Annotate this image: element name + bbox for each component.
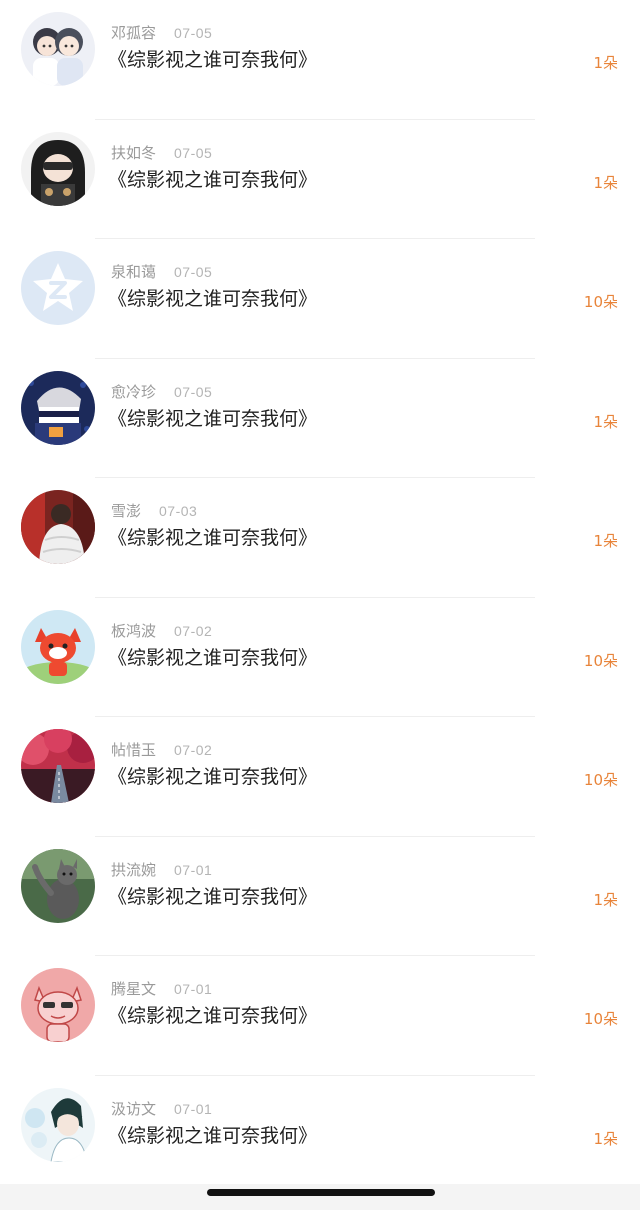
gift-amount: 1朵	[593, 412, 618, 431]
red-fox-avatar-icon[interactable]	[21, 609, 95, 684]
record-date: 07-03	[159, 503, 198, 519]
bottom-safe-area	[0, 1184, 640, 1210]
record-date: 07-05	[174, 25, 213, 41]
sender-name: 扶如冬	[111, 143, 157, 162]
default-qq-avatar-icon[interactable]	[21, 251, 95, 325]
sender-name: 板鸿波	[111, 621, 157, 640]
record-meta: 邓孤容 07-05	[111, 22, 212, 44]
gift-amount: 10朵	[583, 293, 618, 311]
list-item[interactable]: 愈冷珍 07-05 《综影视之谁可奈我何》 1朵	[0, 359, 640, 479]
record-date: 07-05	[174, 144, 213, 161]
gift-amount: 1朵	[593, 890, 618, 909]
book-title: 《综影视之谁可奈我何》	[108, 527, 318, 549]
sender-name: 邓孤容	[111, 24, 157, 42]
sender-name: 愈冷珍	[111, 382, 157, 401]
book-title: 《综影视之谁可奈我何》	[108, 885, 318, 908]
gift-amount: 1朵	[593, 54, 618, 72]
record-date: 07-01	[174, 1100, 213, 1117]
book-title: 《综影视之谁可奈我何》	[108, 1124, 318, 1147]
book-title: 《综影视之谁可奈我何》	[108, 766, 318, 788]
book-title: 《综影视之谁可奈我何》	[108, 288, 318, 310]
record-meta: 帖惜玉 07-02	[111, 739, 212, 761]
list-item[interactable]: 扶如冬 07-05 《综影视之谁可奈我何》 1朵	[0, 120, 640, 240]
list-item[interactable]: 邓孤容 07-05 《综影视之谁可奈我何》 1朵	[0, 0, 640, 120]
anime-couple-avatar-icon[interactable]	[21, 12, 95, 86]
list-item[interactable]: 汲访文 07-01 《综影视之谁可奈我何》 1朵	[0, 1076, 640, 1196]
list-item[interactable]: 拱流婉 07-01 《综影视之谁可奈我何》 1朵	[0, 837, 640, 957]
list-item[interactable]: 帖惜玉 07-02 《综影视之谁可奈我何》 10朵	[0, 717, 640, 837]
sender-name: 腾星文	[111, 980, 157, 998]
record-meta: 汲访文 07-01	[111, 1098, 212, 1120]
record-date: 07-02	[174, 622, 213, 639]
record-date: 07-05	[174, 383, 213, 400]
gift-amount: 1朵	[593, 1129, 618, 1148]
red-forest-road-avatar-icon[interactable]	[21, 729, 95, 803]
record-meta: 扶如冬 07-05	[111, 142, 212, 164]
list-item[interactable]: 腾星文 07-01 《综影视之谁可奈我何》 10朵	[0, 956, 640, 1076]
sender-name: 泉和蔼	[111, 263, 157, 281]
book-title: 《综影视之谁可奈我何》	[108, 49, 318, 71]
home-indicator[interactable]	[207, 1189, 435, 1196]
record-meta: 泉和蔼 07-05	[111, 261, 212, 283]
anime-character-avatar-icon[interactable]	[21, 1087, 95, 1162]
gift-record-list: 邓孤容 07-05 《综影视之谁可奈我何》 1朵 扶如冬 07-05 《综影视之谁可…	[0, 0, 640, 1195]
sender-name: 拱流婉	[111, 860, 157, 879]
sender-name: 帖惜玉	[111, 741, 157, 759]
record-date: 07-01	[174, 861, 213, 878]
record-date: 07-05	[174, 264, 213, 280]
gift-amount: 10朵	[583, 1010, 618, 1028]
book-title: 《综影视之谁可奈我何》	[108, 407, 318, 430]
record-meta: 板鸿波 07-02	[111, 620, 212, 642]
book-title: 《综影视之谁可奈我何》	[108, 646, 318, 669]
book-title: 《综影视之谁可奈我何》	[108, 1005, 318, 1027]
anime-girl-avatar-icon[interactable]	[21, 131, 95, 206]
record-meta: 腾星文 07-01	[111, 978, 212, 1000]
gift-amount: 1朵	[593, 173, 618, 192]
book-title: 《综影视之谁可奈我何》	[108, 168, 318, 191]
pink-cat-avatar-icon[interactable]	[21, 968, 95, 1042]
cat-avatar-icon[interactable]	[21, 848, 95, 923]
record-meta: 拱流婉 07-01	[111, 859, 212, 881]
record-date: 07-01	[174, 981, 213, 997]
sender-name: 汲访文	[111, 1099, 157, 1118]
ninja-avatar-icon[interactable]	[21, 370, 95, 445]
gift-amount: 10朵	[583, 651, 618, 670]
record-meta: 愈冷珍 07-05	[111, 381, 212, 403]
list-item[interactable]: 雪澎 07-03 《综影视之谁可奈我何》 1朵	[0, 478, 640, 598]
gift-amount: 1朵	[593, 532, 618, 550]
photo-person-avatar-icon[interactable]	[21, 490, 95, 564]
sender-name: 雪澎	[111, 502, 142, 520]
record-meta: 雪澎 07-03	[111, 500, 197, 522]
list-item[interactable]: 泉和蔼 07-05 《综影视之谁可奈我何》 10朵	[0, 239, 640, 359]
list-item[interactable]: 板鸿波 07-02 《综影视之谁可奈我何》 10朵	[0, 598, 640, 718]
record-date: 07-02	[174, 742, 213, 758]
gift-amount: 10朵	[583, 771, 618, 789]
